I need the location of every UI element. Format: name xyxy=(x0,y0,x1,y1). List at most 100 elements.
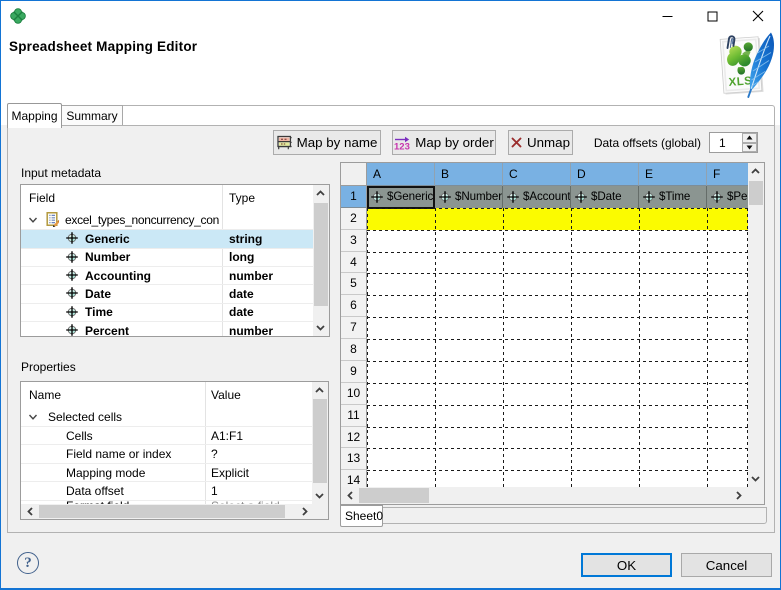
field-name[interactable]: Percent xyxy=(85,324,129,336)
help-icon: ? xyxy=(24,554,32,571)
scroll-right-button[interactable] xyxy=(729,487,748,504)
scroll-right-button[interactable] xyxy=(295,504,313,519)
row-separator xyxy=(21,321,313,323)
property-name[interactable]: Field name or index xyxy=(66,447,171,461)
row-header-5[interactable]: 5 xyxy=(341,273,367,296)
mapped-cell-B1[interactable]: $Number xyxy=(435,186,503,208)
h-scroll-thumb[interactable] xyxy=(359,488,429,503)
row-header-14[interactable]: 14 xyxy=(341,470,367,487)
row-separator xyxy=(21,444,312,446)
scroll-up-button[interactable] xyxy=(311,382,328,398)
metadata-root-name[interactable]: excel_types_noncurrency_con xyxy=(65,213,219,227)
scroll-down-button[interactable] xyxy=(747,470,764,487)
maximize-button[interactable] xyxy=(690,1,735,31)
row-header-9[interactable]: 9 xyxy=(341,360,367,383)
row-header-2[interactable]: 2 xyxy=(341,207,367,230)
scroll-up-button[interactable] xyxy=(747,163,764,180)
field-crosshair-icon xyxy=(643,191,655,203)
mapped-cell-E1[interactable]: $Time xyxy=(639,186,707,208)
mapped-cell-D1[interactable]: $Date xyxy=(571,186,639,208)
data-offsets-value: 1 xyxy=(719,136,726,150)
property-value[interactable]: 1 xyxy=(211,484,218,498)
row-header-11[interactable]: 11 xyxy=(341,404,367,427)
highlighted-data-row[interactable] xyxy=(367,207,748,230)
grid-row-dashed-line xyxy=(367,273,748,275)
scroll-up-button[interactable] xyxy=(312,185,329,202)
unmap-button[interactable]: Unmap xyxy=(508,130,573,155)
spinner-up-button[interactable] xyxy=(742,133,757,143)
field-name[interactable]: Accounting xyxy=(85,269,151,283)
column-header-F[interactable]: F xyxy=(707,163,748,186)
ok-button[interactable]: OK xyxy=(581,553,672,577)
map-by-order-button[interactable]: 123 Map by order xyxy=(392,130,496,155)
spreadsheet-grid[interactable]: A B C D E F 1 2 3 4 5 6 7 8 9 10 11 12 13 14 $Generic $Number… xyxy=(340,162,765,505)
grid-col-dashed-line xyxy=(367,207,368,487)
property-name[interactable]: Data offset xyxy=(66,484,124,498)
tab-summary[interactable]: Summary xyxy=(62,105,123,125)
scroll-left-button[interactable] xyxy=(21,504,39,519)
scroll-left-button[interactable] xyxy=(341,487,359,504)
row-header-3[interactable]: 3 xyxy=(341,229,367,252)
minimize-button[interactable] xyxy=(645,1,690,31)
v-scroll-thumb[interactable] xyxy=(313,202,328,306)
mapped-cell-value: $Time xyxy=(659,190,691,204)
scroll-right-button-icon xyxy=(301,507,308,516)
property-value[interactable]: Explicit xyxy=(211,466,249,480)
property-name[interactable]: Mapping mode xyxy=(66,466,145,480)
grid-v-scrollbar[interactable] xyxy=(747,163,764,487)
scroll-up-button-icon xyxy=(316,190,325,196)
field-name[interactable]: Number xyxy=(85,250,130,264)
field-crosshair-icon xyxy=(575,191,587,203)
row-header-4[interactable]: 4 xyxy=(341,251,367,274)
column-separator xyxy=(222,185,223,336)
input-metadata-table[interactable]: Field Type excel_types_noncurrency_con Gene… xyxy=(20,184,330,337)
row-header-6[interactable]: 6 xyxy=(341,295,367,318)
field-crosshair-icon xyxy=(711,191,723,203)
field-type: long xyxy=(229,250,255,265)
properties-table[interactable]: Name Value Selected cells Cells A1:F1 Field n… xyxy=(20,381,329,520)
v-scroll-thumb[interactable] xyxy=(748,181,763,205)
row-header-13[interactable]: 13 xyxy=(341,448,367,471)
property-group-name[interactable]: Selected cells xyxy=(48,410,122,424)
cancel-button[interactable]: Cancel xyxy=(681,553,772,577)
grid-col-dashed-line xyxy=(435,207,436,487)
column-header-B[interactable]: B xyxy=(435,163,503,186)
grid-row-dashed-line xyxy=(367,426,748,428)
column-header-C[interactable]: C xyxy=(503,163,571,186)
field-name[interactable]: Generic xyxy=(85,232,130,246)
mapped-cell-C1[interactable]: $Accounting xyxy=(503,186,571,208)
data-offsets-spinner[interactable]: 1 xyxy=(709,132,758,153)
row-separator xyxy=(21,302,313,304)
scroll-down-button[interactable] xyxy=(311,487,328,504)
v-scroll-thumb[interactable] xyxy=(312,399,327,483)
mapped-cell-value: $Number xyxy=(455,190,502,204)
row-header-1[interactable]: 1 xyxy=(341,186,367,208)
field-crosshair-icon xyxy=(66,250,78,263)
row-header-8[interactable]: 8 xyxy=(341,339,367,361)
spinner-down-button[interactable] xyxy=(742,142,757,152)
button-label: Map by order xyxy=(415,135,494,150)
column-header-D[interactable]: D xyxy=(571,163,639,186)
h-scroll-thumb[interactable] xyxy=(39,505,285,518)
property-name[interactable]: Cells xyxy=(66,429,93,443)
column-header-A[interactable]: A xyxy=(367,163,435,186)
help-button[interactable]: ? xyxy=(17,552,39,574)
row-header-7[interactable]: 7 xyxy=(341,317,367,340)
tab-mapping[interactable]: Mapping xyxy=(7,103,62,128)
grid-row-dashed-line xyxy=(367,295,748,297)
scroll-up-button-icon xyxy=(315,386,324,393)
row-header-12[interactable]: 12 xyxy=(341,426,367,449)
red-cross-icon xyxy=(511,137,522,148)
column-header-E[interactable]: E xyxy=(639,163,707,186)
mapped-cell-F1[interactable]: $Percent xyxy=(707,186,748,208)
property-value[interactable]: A1:F1 xyxy=(211,429,243,443)
map-by-name-button[interactable]: Map by name xyxy=(273,130,381,155)
property-value[interactable]: ? xyxy=(211,447,218,461)
field-name[interactable]: Date xyxy=(85,287,111,301)
close-button[interactable] xyxy=(735,1,780,31)
button-label: OK xyxy=(616,557,637,573)
field-name[interactable]: Time xyxy=(85,305,113,319)
sheet-tab-sheet0[interactable]: Sheet0 xyxy=(340,505,383,527)
row-header-10[interactable]: 10 xyxy=(341,382,367,405)
scroll-down-button[interactable] xyxy=(312,319,329,336)
